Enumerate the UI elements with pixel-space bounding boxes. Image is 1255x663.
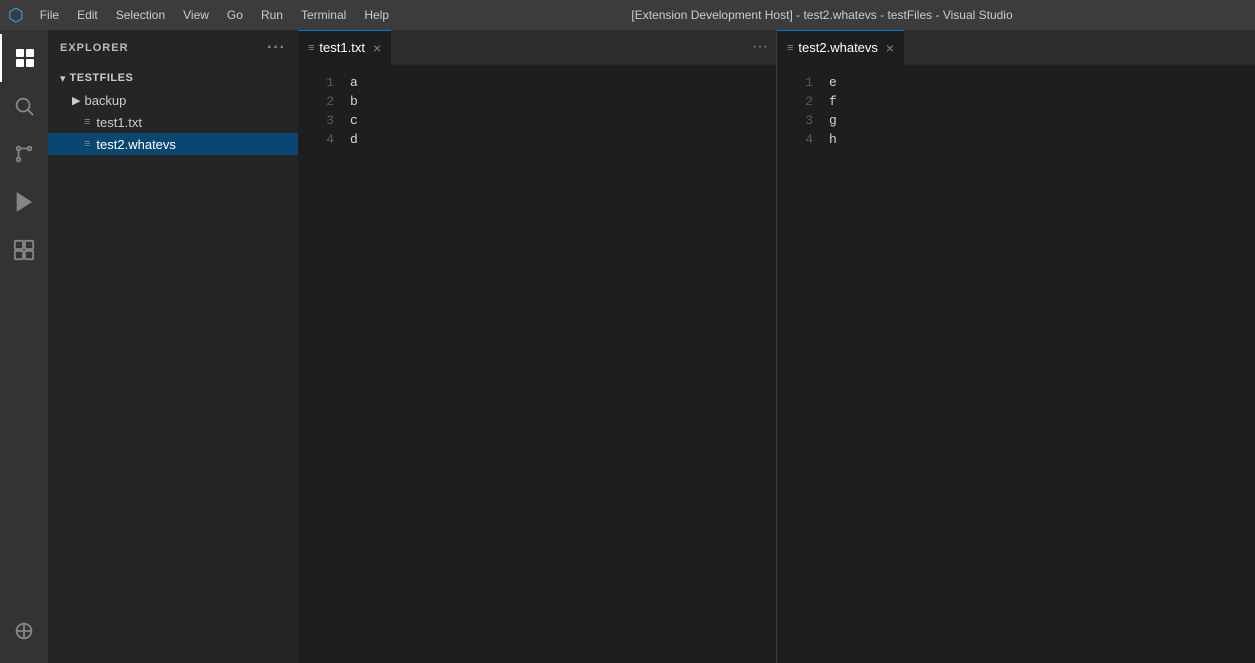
sidebar-more-button[interactable]: ··· xyxy=(267,39,286,57)
chevron-down-icon: ▾ xyxy=(60,72,66,85)
root-folder[interactable]: ▾ TESTFILES xyxy=(48,67,298,89)
editor-pane-1: ≡ test1.txt × ··· 1 a 2 b xyxy=(298,30,777,663)
menu-run[interactable]: Run xyxy=(253,6,291,24)
titlebar: ⬡ File Edit Selection View Go Run Termin… xyxy=(0,0,1255,30)
close-tab-button[interactable]: × xyxy=(373,40,381,56)
code-line-2: 2 f xyxy=(777,92,1255,111)
menu-terminal[interactable]: Terminal xyxy=(293,6,354,24)
pane-2-tabs: ≡ test2.whatevs × xyxy=(777,30,1255,65)
line-content: d xyxy=(350,132,358,147)
tab-label: test2.whatevs xyxy=(798,40,878,55)
activity-run[interactable] xyxy=(0,178,48,226)
file-icon: ≡ xyxy=(787,42,793,54)
close-tab-button[interactable]: × xyxy=(886,40,894,56)
file-icon: ≡ xyxy=(84,138,90,150)
code-line-2: 2 b xyxy=(298,92,776,111)
activity-explorer[interactable] xyxy=(0,34,48,82)
root-folder-label: TESTFILES xyxy=(70,72,134,84)
activity-search[interactable] xyxy=(0,82,48,130)
sidebar-item-backup[interactable]: ▶ backup xyxy=(48,89,298,111)
sidebar-item-test2[interactable]: ≡ test2.whatevs xyxy=(48,133,298,155)
menu-edit[interactable]: Edit xyxy=(69,6,106,24)
sidebar-item-test1[interactable]: ≡ test1.txt xyxy=(48,111,298,133)
menu-file[interactable]: File xyxy=(32,6,67,24)
vscode-logo-icon: ⬡ xyxy=(8,5,24,26)
menu-go[interactable]: Go xyxy=(219,6,251,24)
tab-test1[interactable]: ≡ test1.txt × xyxy=(298,30,391,65)
sidebar-header: Explorer ··· xyxy=(48,30,298,65)
main-layout: Explorer ··· ▾ TESTFILES ▶ backup ≡ test… xyxy=(0,30,1255,663)
menu-bar: File Edit Selection View Go Run Terminal… xyxy=(32,6,397,24)
code-line-1: 1 e xyxy=(777,73,1255,92)
editor-content-2[interactable]: 1 e 2 f 3 g 4 h xyxy=(777,65,1255,663)
sidebar: Explorer ··· ▾ TESTFILES ▶ backup ≡ test… xyxy=(48,30,298,663)
file-label: test2.whatevs xyxy=(96,137,176,152)
activity-remote[interactable] xyxy=(0,607,48,655)
tab-label: test1.txt xyxy=(319,40,365,55)
menu-help[interactable]: Help xyxy=(356,6,397,24)
editor-area: ≡ test1.txt × ··· 1 a 2 b xyxy=(298,30,1255,663)
editors-container: ≡ test1.txt × ··· 1 a 2 b xyxy=(298,30,1255,663)
line-content: a xyxy=(350,75,358,90)
file-icon: ≡ xyxy=(308,42,314,54)
code-line-3: 3 g xyxy=(777,111,1255,130)
menu-selection[interactable]: Selection xyxy=(108,6,173,24)
sidebar-title: Explorer xyxy=(60,42,129,54)
menu-view[interactable]: View xyxy=(175,6,217,24)
file-label: test1.txt xyxy=(96,115,142,130)
line-content: f xyxy=(829,94,837,109)
editor-pane-2: ≡ test2.whatevs × 1 e 2 f 3 xyxy=(777,30,1255,663)
backup-folder-label: backup xyxy=(84,93,126,108)
line-content: g xyxy=(829,113,837,128)
chevron-right-icon: ▶ xyxy=(72,94,80,107)
line-content: c xyxy=(350,113,358,128)
file-icon: ≡ xyxy=(84,116,90,128)
window-title: [Extension Development Host] - test2.wha… xyxy=(397,8,1247,22)
code-line-3: 3 c xyxy=(298,111,776,130)
pane-1-more[interactable]: ··· xyxy=(744,38,776,56)
line-content: b xyxy=(350,94,358,109)
pane-1-tabs: ≡ test1.txt × ··· xyxy=(298,30,776,65)
activity-bar xyxy=(0,30,48,663)
activity-extensions[interactable] xyxy=(0,226,48,274)
tab-test2[interactable]: ≡ test2.whatevs × xyxy=(777,30,904,65)
line-content: e xyxy=(829,75,837,90)
file-tree: ▾ TESTFILES ▶ backup ≡ test1.txt ≡ test2… xyxy=(48,65,298,663)
line-content: h xyxy=(829,132,837,147)
code-line-4: 4 d xyxy=(298,130,776,149)
code-line-1: 1 a xyxy=(298,73,776,92)
editor-content-1[interactable]: 1 a 2 b 3 c 4 d xyxy=(298,65,776,663)
activity-source-control[interactable] xyxy=(0,130,48,178)
code-line-4: 4 h xyxy=(777,130,1255,149)
